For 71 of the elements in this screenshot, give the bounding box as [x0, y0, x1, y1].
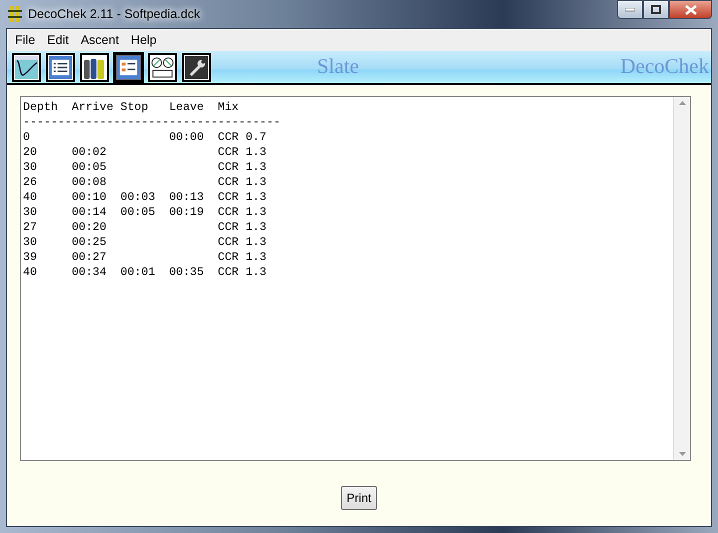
toolbar-button[interactable]	[182, 52, 211, 82]
table-cell: 00:34	[72, 266, 106, 279]
menu-item[interactable]: Edit	[41, 30, 75, 50]
table-cell: 30	[23, 236, 37, 249]
table-cell: 00:02	[72, 146, 106, 159]
toolbar-button[interactable]	[80, 52, 109, 82]
maximize-icon	[651, 5, 661, 14]
table-cell: 00:03	[120, 191, 156, 204]
scroll-up-icon[interactable]	[678, 101, 686, 105]
app-logo-text: DecoChek	[620, 53, 709, 80]
table-cell: 00:25	[72, 236, 106, 249]
view-title: Slate	[317, 53, 359, 80]
table-cell: 40	[23, 191, 37, 204]
toolbar-button[interactable]	[46, 52, 75, 82]
gauges-icon	[151, 56, 174, 78]
menu-item[interactable]: Help	[124, 30, 163, 50]
scrollbar[interactable]	[673, 97, 690, 460]
table-cell: 26	[23, 176, 37, 189]
maximize-button[interactable]	[643, 0, 669, 19]
table-cell: 00:19	[169, 206, 204, 219]
table-cell: 27	[23, 221, 37, 234]
table-cell: 40	[23, 266, 37, 279]
print-button[interactable]: Print	[340, 486, 378, 510]
toolbar-button[interactable]	[114, 52, 143, 82]
wrench-icon	[185, 56, 208, 78]
menu-item[interactable]: File	[9, 30, 42, 50]
minimize-button[interactable]	[617, 0, 643, 19]
close-icon	[684, 4, 696, 14]
table-cell: 00:00	[169, 131, 204, 144]
table-cell: CCR 1.3	[218, 161, 266, 174]
toolbar-button[interactable]	[12, 52, 41, 82]
table-cell: 00:05	[120, 206, 156, 219]
table-cell: 30	[23, 206, 37, 219]
window-title: DecoChek 2.11 - Softpedia.dck	[28, 6, 200, 23]
table-cell: 00:27	[72, 251, 106, 264]
table-cell: CCR 1.3	[218, 266, 266, 279]
table-cell: CCR 1.3	[218, 236, 266, 249]
table-cell: CCR 1.3	[218, 176, 266, 189]
table-cell: 00:10	[72, 191, 106, 204]
table-cell: CCR 1.3	[218, 146, 266, 159]
list-icon	[49, 56, 72, 78]
table-cell: 30	[23, 161, 37, 174]
table-cell: CCR 1.3	[218, 251, 266, 264]
table-cell: 00:14	[72, 206, 106, 219]
table-cell: CCR 1.3	[218, 191, 266, 204]
column-header: Mix	[218, 101, 239, 114]
table-cell: 0	[23, 131, 30, 144]
minimize-icon	[625, 8, 635, 12]
table-cell: 00:08	[72, 176, 106, 189]
table-cell: 00:05	[72, 161, 106, 174]
column-header: Stop	[120, 101, 148, 114]
table-cell: CCR 1.3	[218, 221, 266, 234]
column-header: Leave	[169, 101, 204, 114]
table-cell: 00:35	[169, 266, 204, 279]
table-cell: 00:01	[120, 266, 156, 279]
toolbar-button[interactable]	[148, 52, 177, 82]
app-icon	[8, 5, 22, 23]
table-cell: CCR 0.7	[218, 131, 266, 144]
table-cell: 39	[23, 251, 37, 264]
table-cell: 00:13	[169, 191, 204, 204]
close-button[interactable]	[669, 0, 712, 19]
table-cell: 00:20	[72, 221, 106, 234]
scroll-down-icon[interactable]	[678, 452, 686, 456]
plan-icon	[117, 56, 140, 78]
menu-item[interactable]: Ascent	[74, 30, 125, 50]
column-header: Arrive	[72, 101, 114, 114]
separator-line: -------------------------------------	[23, 115, 280, 130]
table-cell: CCR 1.3	[218, 206, 266, 219]
table-cell: 20	[23, 146, 37, 159]
chart-icon	[15, 56, 38, 78]
column-header: Depth	[23, 101, 58, 114]
